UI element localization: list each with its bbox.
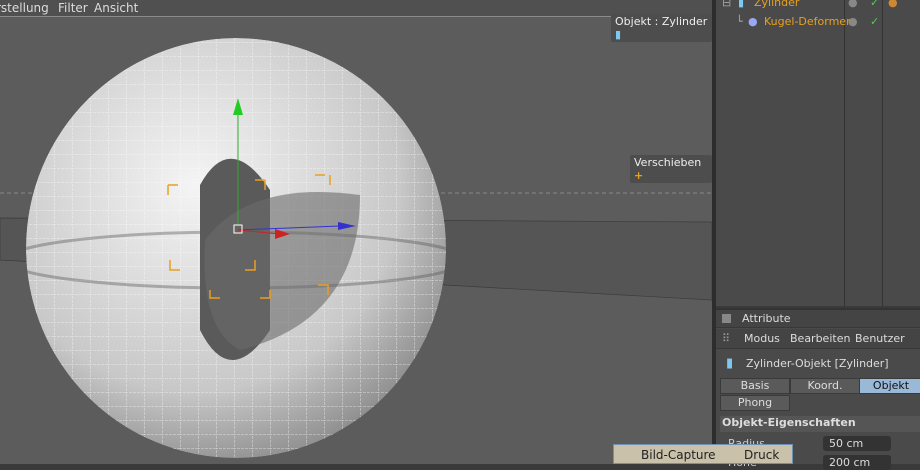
- cylinder-icon: ▮: [615, 28, 622, 41]
- attribute-menubar: ⠿ Modus Bearbeiten Benutzer: [716, 329, 920, 349]
- radius-field[interactable]: 50 cm: [823, 436, 891, 451]
- attribute-manager: Attribute ⠿ Modus Bearbeiten Benutzer ▮ …: [716, 308, 920, 470]
- tag-icon[interactable]: ●: [888, 0, 898, 9]
- collapse-icon[interactable]: ⊟: [722, 0, 731, 9]
- visibility-dot[interactable]: ●: [848, 0, 858, 9]
- menu-benutzer[interactable]: Benutzer: [855, 329, 905, 349]
- move-icon: +: [634, 169, 644, 182]
- tool-hud: Verschieben +: [630, 155, 712, 183]
- 3d-viewport[interactable]: rstellung Filter Ansicht Objekt : Zylind…: [0, 0, 712, 464]
- sphere-icon: ●: [748, 15, 758, 28]
- object-row-kugel-deformer[interactable]: └ ● Kugel-Deformer ● ✓: [716, 15, 920, 35]
- attribute-title: Attribute: [742, 312, 791, 325]
- menu-darstellung[interactable]: rstellung: [0, 1, 49, 15]
- visibility-dot[interactable]: ●: [848, 15, 858, 28]
- viewport-menubar: rstellung Filter Ansicht: [0, 0, 712, 17]
- object-row-zylinder[interactable]: ⊟ ▮ Zylinder ● ✓ ●: [716, 0, 920, 16]
- object-hud: Objekt : Zylinder ▮: [611, 14, 712, 42]
- panel-icon: [722, 314, 731, 323]
- object-manager: ⊟ ▮ Zylinder ● ✓ ● └ ● Kugel-Deformer ● …: [716, 0, 920, 306]
- tree-line: └: [736, 15, 743, 28]
- cylinder-icon: ▮: [738, 0, 745, 9]
- enabled-check-icon[interactable]: ✓: [870, 15, 879, 28]
- cylinder-icon: ▮: [726, 356, 734, 371]
- object-title: Zylinder-Objekt [Zylinder]: [746, 357, 889, 370]
- capture-popup: Bild-Capture Druck: [613, 444, 793, 464]
- viewport-scene[interactable]: [0, 0, 712, 464]
- tool-label: Verschieben: [634, 156, 702, 169]
- menu-ansicht[interactable]: Ansicht: [94, 1, 138, 15]
- column-divider: [882, 0, 883, 306]
- tab-phong[interactable]: Phong: [720, 395, 790, 411]
- object-name[interactable]: Kugel-Deformer: [764, 15, 851, 28]
- tab-basis[interactable]: Basis: [720, 378, 790, 394]
- menu-bearbeiten[interactable]: Bearbeiten: [790, 329, 850, 349]
- attribute-header: Attribute: [716, 310, 920, 328]
- column-divider: [844, 0, 845, 306]
- bild-capture-item[interactable]: Bild-Capture: [641, 448, 716, 462]
- grip-icon: ⠿: [722, 332, 731, 345]
- menu-filter[interactable]: Filter: [58, 1, 88, 15]
- tab-koord[interactable]: Koord.: [790, 378, 860, 394]
- height-field[interactable]: 200 cm: [823, 455, 891, 470]
- menu-modus[interactable]: Modus: [744, 329, 780, 349]
- object-label: Objekt : Zylinder: [615, 15, 708, 28]
- object-name[interactable]: Zylinder: [754, 0, 799, 9]
- druck-item[interactable]: Druck: [744, 448, 779, 462]
- enabled-check-icon[interactable]: ✓: [870, 0, 879, 9]
- tab-objekt[interactable]: Objekt: [859, 378, 920, 394]
- section-header: Objekt-Eigenschaften: [720, 416, 920, 432]
